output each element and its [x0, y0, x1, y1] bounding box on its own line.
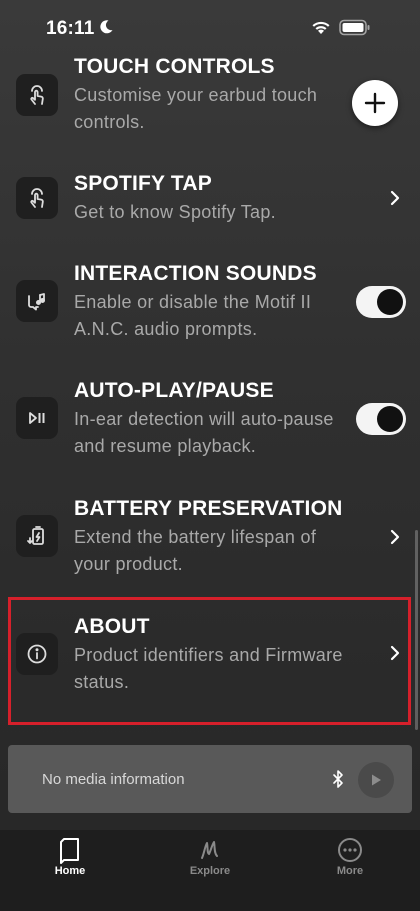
tab-more[interactable]: More	[280, 830, 420, 890]
setting-description: Enable or disable the Motif II A.N.C. au…	[74, 292, 312, 339]
status-time: 16:11	[46, 18, 95, 39]
setting-description: Customise your earbud touch controls.	[74, 85, 318, 132]
setting-spotify-tap[interactable]: SPOTIFY TAP Get to know Spotify Tap.	[0, 168, 420, 238]
touch-gesture-icon	[16, 177, 58, 219]
touch-gesture-icon	[16, 74, 58, 116]
chevron-right-icon[interactable]	[388, 190, 402, 206]
play-button[interactable]	[358, 762, 394, 798]
moon-icon	[100, 20, 113, 34]
play-icon	[372, 774, 381, 786]
mini-player[interactable]: No media information	[8, 745, 412, 813]
setting-title: TOUCH CONTROLS	[74, 55, 275, 78]
media-info-text: No media information	[42, 771, 185, 788]
scroll-indicator[interactable]	[415, 530, 418, 730]
tab-label: Home	[54, 865, 86, 877]
setting-description: In-ear detection will auto-pause and res…	[74, 409, 334, 456]
setting-title: AUTO-PLAY/PAUSE	[74, 379, 274, 402]
setting-interaction-sounds[interactable]: INTERACTION SOUNDS Enable or disable the…	[0, 258, 420, 348]
setting-battery-preservation[interactable]: BATTERY PRESERVATION Extend the battery …	[0, 493, 420, 583]
more-dots-icon	[338, 838, 362, 862]
status-bar: 16:11	[0, 0, 420, 56]
plus-icon	[364, 92, 386, 114]
battery-charge-icon	[16, 515, 58, 557]
interaction-sounds-toggle[interactable]	[356, 286, 406, 318]
auto-play-pause-toggle[interactable]	[356, 403, 406, 435]
about-highlight-box	[8, 597, 411, 725]
setting-description: Extend the battery lifespan of your prod…	[74, 527, 317, 574]
tab-home[interactable]: Home	[0, 830, 140, 890]
toggle-knob	[377, 289, 403, 315]
setting-auto-play-pause[interactable]: AUTO-PLAY/PAUSE In-ear detection will au…	[0, 375, 420, 465]
add-button[interactable]	[352, 80, 398, 126]
home-icon	[60, 838, 79, 864]
tab-label: Explore	[189, 865, 231, 877]
wifi-icon	[312, 21, 330, 34]
tab-explore[interactable]: Explore	[140, 830, 280, 890]
bluetooth-icon	[333, 770, 343, 788]
tab-bar: Home Explore More	[0, 830, 420, 911]
setting-title: INTERACTION SOUNDS	[74, 262, 317, 285]
sound-prompt-icon	[16, 280, 58, 322]
toggle-knob	[377, 406, 403, 432]
play-pause-icon	[16, 397, 58, 439]
setting-title: BATTERY PRESERVATION	[74, 497, 343, 520]
app-screen: 16:11 TOUCH CONTROLS Customise your earb…	[0, 0, 420, 911]
setting-title: SPOTIFY TAP	[74, 172, 212, 195]
setting-description: Get to know Spotify Tap.	[74, 202, 276, 222]
marshall-logo-icon	[201, 841, 218, 859]
chevron-right-icon[interactable]	[388, 529, 402, 545]
battery-icon	[339, 19, 370, 36]
tab-label: More	[336, 865, 364, 877]
